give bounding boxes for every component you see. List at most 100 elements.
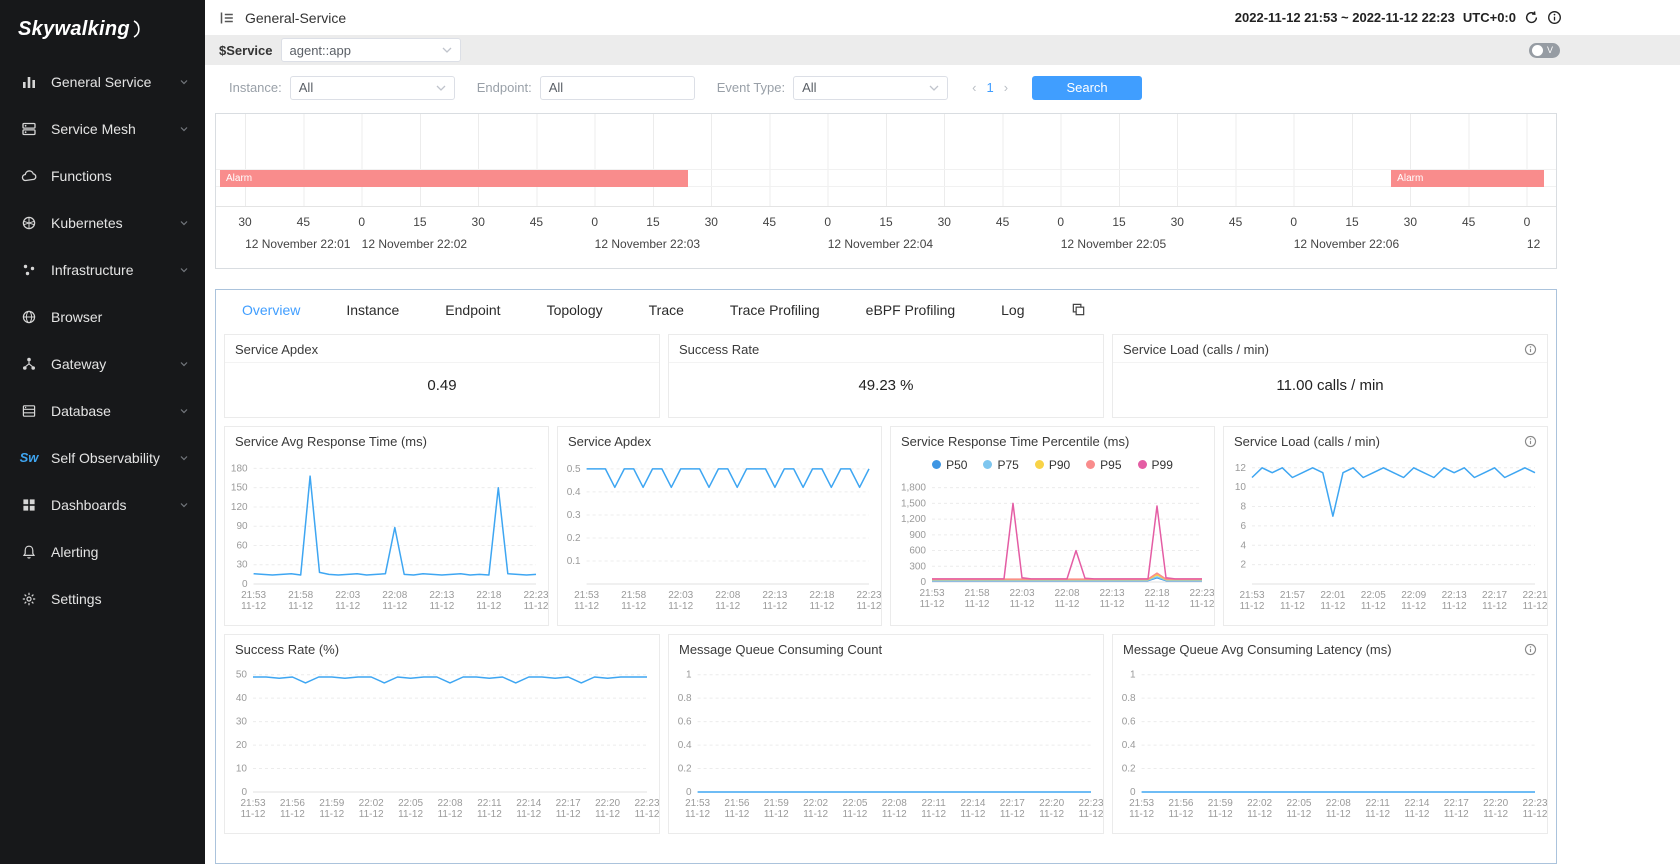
alarm-label: Alarm (226, 173, 252, 184)
sidebar-item-label: Self Observability (51, 450, 160, 466)
sidebar-item-alerting[interactable]: Alerting (0, 528, 205, 575)
svg-text:22:23: 22:23 (856, 590, 881, 601)
sidebar-item-database[interactable]: Database (0, 387, 205, 434)
sidebar-item-dashboards[interactable]: Dashboards (0, 481, 205, 528)
svg-text:21:53: 21:53 (241, 590, 266, 601)
collapse-menu-icon[interactable] (219, 10, 235, 26)
info-icon[interactable] (1547, 10, 1562, 25)
svg-text:21:57: 21:57 (1280, 590, 1305, 601)
chevron-down-icon (179, 74, 189, 90)
sidebar-item-service-mesh[interactable]: Service Mesh (0, 105, 205, 152)
legend-item[interactable]: P95 (1086, 458, 1121, 472)
line-chart: 00.20.40.60.8121:5311-1221:5611-1221:591… (669, 662, 1103, 822)
copy-dashboard-icon[interactable] (1071, 302, 1086, 317)
legend-item[interactable]: P99 (1138, 458, 1173, 472)
svg-text:11-12: 11-12 (635, 809, 659, 820)
tab-trace[interactable]: Trace (649, 302, 684, 318)
legend-item[interactable]: P50 (932, 458, 967, 472)
card-title: Message Queue Avg Consuming Latency (ms) (1123, 642, 1392, 657)
time-range[interactable]: 2022-11-12 21:53 ~ 2022-11-12 22:23 (1235, 10, 1455, 25)
stat-value: 11.00 calls / min (1113, 377, 1547, 394)
svg-text:12: 12 (1235, 463, 1247, 474)
search-button[interactable]: Search (1032, 76, 1142, 100)
svg-text:11-12: 11-12 (803, 809, 828, 820)
svg-text:8: 8 (1240, 501, 1246, 512)
tab-trace-profiling[interactable]: Trace Profiling (730, 302, 820, 318)
layers-icon (20, 121, 38, 137)
sidebar-item-settings[interactable]: Settings (0, 575, 205, 622)
svg-text:11-12: 11-12 (1442, 601, 1467, 612)
svg-text:30: 30 (236, 716, 248, 727)
endpoint-input[interactable]: All (540, 76, 695, 100)
event-type-select[interactable]: All (793, 76, 948, 100)
svg-text:1,800: 1,800 (901, 482, 926, 493)
tab-ebpf-profiling[interactable]: eBPF Profiling (866, 302, 955, 318)
sidebar-item-general-service[interactable]: General Service (0, 58, 205, 105)
svg-text:11-12: 11-12 (1287, 809, 1312, 820)
sidebar-item-browser[interactable]: Browser (0, 293, 205, 340)
sidebar-item-label: Functions (51, 168, 112, 184)
widget-avg-response-time: Service Avg Response Time (ms) 030609012… (224, 426, 549, 626)
tab-overview[interactable]: Overview (242, 302, 300, 318)
skywalking-logo: Skywalking (0, 0, 205, 58)
svg-text:22:20: 22:20 (1483, 798, 1508, 809)
svg-text:11-12: 11-12 (1482, 601, 1507, 612)
version-toggle[interactable]: V (1529, 43, 1560, 58)
top-header: General-Service 2022-11-12 21:53 ~ 2022-… (205, 0, 1680, 35)
svg-text:22:02: 22:02 (1247, 798, 1272, 809)
svg-text:11-12: 11-12 (429, 601, 454, 612)
svg-text:0: 0 (242, 579, 248, 590)
sidebar-item-infrastructure[interactable]: Infrastructure (0, 246, 205, 293)
svg-text:11-12: 11-12 (1169, 809, 1194, 820)
sidebar-item-gateway[interactable]: Gateway (0, 340, 205, 387)
svg-text:21:56: 21:56 (1168, 798, 1193, 809)
legend-item[interactable]: P75 (983, 458, 1018, 472)
svg-text:11-12: 11-12 (1247, 809, 1272, 820)
tab-log[interactable]: Log (1001, 302, 1024, 318)
page-number[interactable]: 1 (986, 80, 993, 95)
tab-instance[interactable]: Instance (346, 302, 399, 318)
svg-text:21:53: 21:53 (1239, 590, 1264, 601)
svg-text:600: 600 (909, 545, 926, 556)
instance-select[interactable]: All (290, 76, 455, 100)
tab-topology[interactable]: Topology (547, 302, 603, 318)
svg-text:22:09: 22:09 (1401, 590, 1426, 601)
dots-icon (20, 262, 38, 278)
service-select[interactable]: agent::app (281, 38, 461, 62)
widget-info-icon[interactable] (1524, 343, 1537, 356)
svg-text:11-12: 11-12 (1055, 599, 1080, 610)
widget-info-icon[interactable] (1524, 435, 1537, 448)
refresh-icon[interactable] (1524, 10, 1539, 25)
svg-text:2: 2 (1240, 559, 1246, 570)
tab-endpoint[interactable]: Endpoint (445, 302, 500, 318)
widget-service-load-chart: Service Load (calls / min) 2468101221:53… (1223, 426, 1548, 626)
timeline-tick: 0 (358, 215, 365, 229)
widget-info-icon[interactable] (1524, 643, 1537, 656)
sidebar-item-kubernetes[interactable]: Kubernetes (0, 199, 205, 246)
timeline-tick: 45 (530, 215, 543, 229)
alarm-event-bar[interactable]: Alarm (1391, 170, 1544, 187)
sidebar: Skywalking General Service Service Mesh … (0, 0, 205, 864)
timeline-tick: 15 (879, 215, 892, 229)
svg-text:22:17: 22:17 (556, 798, 581, 809)
event-timeline: Alarm Alarm 30 45 0 15 30 45 0 15 30 45 … (215, 113, 1557, 268)
sidebar-item-functions[interactable]: Functions (0, 152, 205, 199)
svg-text:22:05: 22:05 (1361, 590, 1386, 601)
timeline-tick: 0 (591, 215, 598, 229)
chevron-down-icon (179, 215, 189, 231)
legend-item[interactable]: P90 (1035, 458, 1070, 472)
bell-icon (20, 544, 38, 560)
logo-text: Skywalking (18, 18, 130, 41)
prev-page-button[interactable]: ‹ (972, 80, 976, 95)
svg-text:11-12: 11-12 (1100, 599, 1125, 610)
svg-text:22:03: 22:03 (1009, 588, 1034, 599)
widget-response-time-percentile: Service Response Time Percentile (ms) P5… (890, 426, 1215, 626)
next-page-button[interactable]: › (1004, 80, 1008, 95)
alarm-event-bar[interactable]: Alarm (220, 170, 688, 187)
widget-mq-consuming-latency: Message Queue Avg Consuming Latency (ms)… (1112, 634, 1548, 834)
sidebar-item-label: Browser (51, 309, 102, 325)
sidebar-item-self-observability[interactable]: Sw Self Observability (0, 434, 205, 481)
svg-text:22:03: 22:03 (668, 590, 693, 601)
svg-text:21:53: 21:53 (685, 798, 710, 809)
event-type-select-value: All (802, 80, 816, 95)
